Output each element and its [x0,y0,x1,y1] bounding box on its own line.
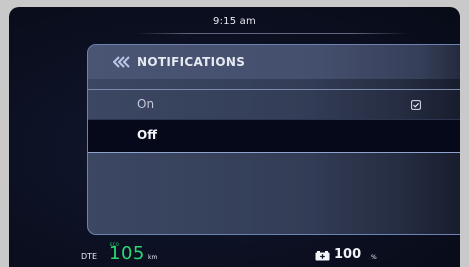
menu-title: NOTIFICATIONS [137,55,246,69]
notifications-menu: NOTIFICATIONS On Off [87,44,460,235]
menu-header: NOTIFICATIONS [88,45,460,79]
battery-unit: % [371,254,377,261]
battery-icon [315,251,330,261]
dte-unit: km [148,254,158,261]
clock: 9:15 am [213,16,256,27]
dte-label: DTE [81,252,98,261]
option-on-label: On [137,97,155,111]
option-off-label: Off [137,128,157,142]
double-chevron-left-icon[interactable] [113,56,131,68]
option-on[interactable]: On [88,89,460,119]
dte-value: 105 [109,243,145,264]
instrument-screen: 9:15 am NOTIFICATIONS On Off DTE ECO 105… [9,7,460,267]
option-off[interactable]: Off [88,119,460,153]
battery-value: 100 [334,247,362,262]
clock-divider [135,33,409,34]
status-bar: DTE ECO 105 km 100 % [9,241,460,267]
checkbox-checked-icon[interactable] [411,100,421,110]
